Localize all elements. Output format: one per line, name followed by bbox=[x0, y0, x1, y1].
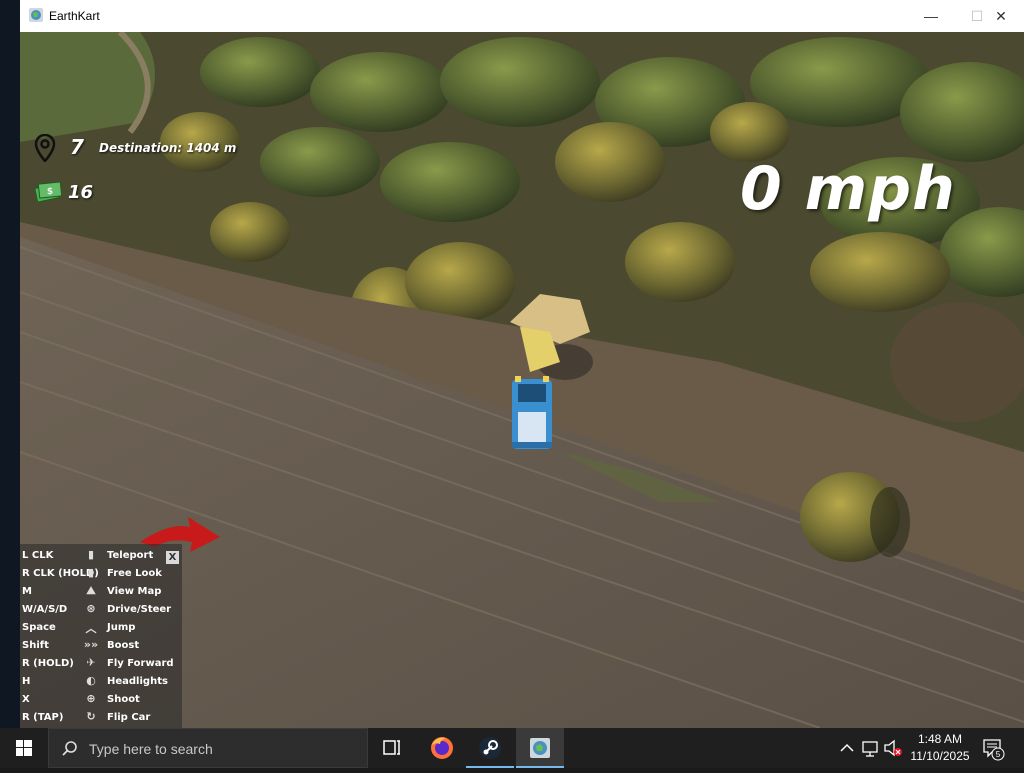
task-view-icon bbox=[383, 740, 400, 755]
control-row-free-look: R CLK (HOLD) ▮ Free Look bbox=[20, 566, 182, 584]
windows-logo-icon bbox=[16, 740, 32, 756]
control-action: Jump bbox=[107, 622, 136, 633]
earthkart-window: EarthKart — ☐ ✕ 7 Destination: 1404 m $ … bbox=[20, 0, 1024, 728]
game-viewport[interactable]: 7 Destination: 1404 m $ 16 0 mph L CLK ▮… bbox=[20, 32, 1024, 728]
control-action: Flip Car bbox=[107, 712, 151, 723]
control-action: Headlights bbox=[107, 676, 168, 687]
mouse-right-icon: ▮ bbox=[87, 566, 95, 579]
control-action: Drive/Steer bbox=[107, 604, 172, 615]
close-controls-button[interactable]: X bbox=[166, 551, 179, 564]
close-icon: ✕ bbox=[995, 7, 1007, 24]
taskbar-steam[interactable] bbox=[466, 728, 514, 768]
control-row-flip-car: R (TAP) ↻ Flip Car bbox=[20, 710, 182, 728]
control-key: Space bbox=[22, 622, 56, 633]
earthkart-icon bbox=[29, 8, 43, 22]
network-icon bbox=[862, 741, 878, 757]
control-key: L CLK bbox=[22, 550, 54, 561]
control-row-view-map: M ⛰ View Map bbox=[20, 584, 182, 602]
cash-count: 16 bbox=[68, 182, 94, 203]
mouse-left-icon: ▮ bbox=[87, 548, 95, 561]
boost-icon: »» bbox=[83, 638, 99, 651]
task-view-button[interactable] bbox=[368, 728, 416, 768]
map-icon: ⛰ bbox=[86, 584, 96, 597]
chevron-up-icon bbox=[840, 743, 854, 752]
steam-icon bbox=[479, 737, 501, 759]
clock-date: 11/10/2025 bbox=[910, 749, 970, 763]
clock-time: 1:48 AM bbox=[917, 732, 963, 746]
control-row-headlights: H ◐ Headlights bbox=[20, 674, 182, 692]
control-key: W/A/S/D bbox=[22, 604, 68, 615]
destination-distance: Destination: 1404 m bbox=[99, 141, 237, 155]
control-key: X bbox=[22, 694, 30, 705]
fly-icon: ✈ bbox=[86, 656, 96, 669]
notification-count: 5 bbox=[996, 750, 1001, 759]
earthkart-icon bbox=[530, 738, 550, 758]
control-row-teleport: L CLK ▮ Teleport bbox=[20, 548, 182, 566]
volume-button[interactable] bbox=[882, 728, 904, 768]
svg-text:$: $ bbox=[47, 187, 53, 197]
minimize-icon: — bbox=[924, 8, 938, 24]
notifications-button[interactable]: 5 bbox=[978, 728, 1008, 768]
control-action: View Map bbox=[107, 586, 162, 597]
volume-muted-icon bbox=[884, 739, 902, 757]
control-key: R (HOLD) bbox=[22, 658, 74, 669]
control-row-drive-steer: W/A/S/D ⊛ Drive/Steer bbox=[20, 602, 182, 620]
controls-panel: L CLK ▮ Teleport R CLK (HOLD) ▮ Free Loo… bbox=[20, 544, 182, 728]
control-row-boost: Shift »» Boost bbox=[20, 638, 182, 656]
search-placeholder: Type here to search bbox=[89, 741, 213, 757]
taskbar-earthkart[interactable] bbox=[516, 728, 564, 768]
control-action: Boost bbox=[107, 640, 140, 651]
taskbar: Type here to search 1:48 AM 11/10/2025 5 bbox=[0, 728, 1024, 768]
control-row-shoot: X ⊕ Shoot bbox=[20, 692, 182, 710]
control-key: R (TAP) bbox=[22, 712, 64, 723]
checkpoint-count: 7 bbox=[70, 135, 84, 159]
notification-icon: 5 bbox=[983, 739, 1005, 761]
control-action: Free Look bbox=[107, 568, 162, 579]
window-title: EarthKart bbox=[49, 9, 100, 23]
desktop: EarthKart — ☐ ✕ 7 Destination: 1404 m $ … bbox=[0, 0, 1024, 728]
close-button[interactable]: ✕ bbox=[978, 0, 1024, 32]
shoot-icon: ⊕ bbox=[86, 692, 96, 705]
minimize-button[interactable]: — bbox=[908, 0, 954, 32]
cash-icon: $ bbox=[34, 181, 63, 203]
flip-icon: ↻ bbox=[86, 710, 96, 723]
control-key: H bbox=[22, 676, 31, 687]
control-key: Shift bbox=[22, 640, 49, 651]
title-bar[interactable]: EarthKart — ☐ ✕ bbox=[20, 0, 1024, 33]
firefox-icon bbox=[431, 737, 453, 759]
control-action: Shoot bbox=[107, 694, 140, 705]
jump-icon: ︿ bbox=[85, 622, 97, 635]
taskbar-search[interactable]: Type here to search bbox=[48, 728, 368, 768]
control-row-fly-forward: R (HOLD) ✈ Fly Forward bbox=[20, 656, 182, 674]
control-row-jump: Space ︿ Jump bbox=[20, 620, 182, 638]
network-button[interactable] bbox=[860, 728, 880, 768]
control-action: Fly Forward bbox=[107, 658, 174, 669]
show-hidden-icons-button[interactable] bbox=[838, 728, 856, 768]
steering-wheel-icon: ⊛ bbox=[86, 602, 96, 615]
control-key: M bbox=[22, 586, 32, 597]
start-button[interactable] bbox=[0, 728, 48, 768]
control-action: Teleport bbox=[107, 550, 154, 561]
speedometer: 0 mph bbox=[740, 154, 956, 224]
taskbar-firefox[interactable] bbox=[418, 728, 466, 768]
map-pin-icon bbox=[34, 134, 56, 162]
search-icon bbox=[62, 741, 77, 756]
headlights-icon: ◐ bbox=[86, 674, 96, 687]
